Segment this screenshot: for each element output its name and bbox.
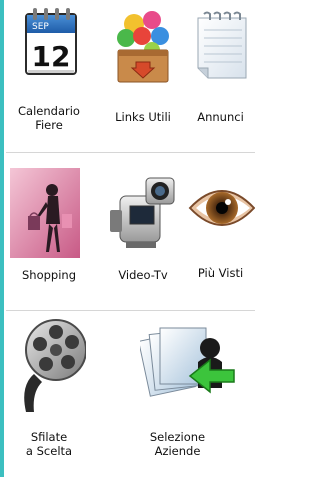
accent-bar bbox=[0, 0, 4, 477]
tile-piu-visti[interactable]: Più Visti bbox=[186, 158, 256, 308]
row-divider bbox=[6, 152, 255, 153]
film-reel-icon bbox=[20, 316, 87, 416]
tile-label: Annunci bbox=[197, 110, 244, 124]
calendar-day: 12 bbox=[32, 40, 71, 73]
calendar-icon: SEP 12 bbox=[20, 6, 80, 76]
tile-selezione-aziende[interactable]: Selezione Aziende bbox=[100, 316, 255, 477]
selection-arrow-icon bbox=[138, 318, 240, 414]
shopping-woman-icon bbox=[10, 168, 80, 258]
tile-links-utili[interactable]: Links Utili bbox=[100, 0, 186, 150]
eye-icon bbox=[188, 172, 256, 242]
links-box-icon bbox=[112, 6, 174, 84]
tile-label: Più Visti bbox=[197, 266, 244, 280]
tile-sfilate[interactable]: Sfilate a Scelta bbox=[6, 316, 92, 477]
tile-label: Links Utili bbox=[115, 110, 171, 124]
tile-label: Sfilate a Scelta bbox=[25, 430, 73, 458]
tile-label: Video-Tv bbox=[118, 268, 168, 282]
tile-annunci[interactable]: Annunci bbox=[186, 0, 255, 150]
row-divider bbox=[6, 310, 255, 311]
tile-label: Shopping bbox=[21, 268, 76, 282]
calendar-month: SEP bbox=[32, 22, 49, 32]
tile-label: Calendario Fiere bbox=[18, 104, 80, 132]
tile-calendario-fiere[interactable]: SEP 12 Calendario Fiere bbox=[6, 0, 92, 150]
tile-shopping[interactable]: Shopping bbox=[6, 158, 92, 308]
notepad-icon bbox=[194, 10, 252, 80]
tile-label: Selezione Aziende bbox=[149, 430, 206, 458]
video-camera-icon bbox=[106, 170, 182, 254]
tile-video-tv[interactable]: Video-Tv bbox=[100, 158, 186, 308]
